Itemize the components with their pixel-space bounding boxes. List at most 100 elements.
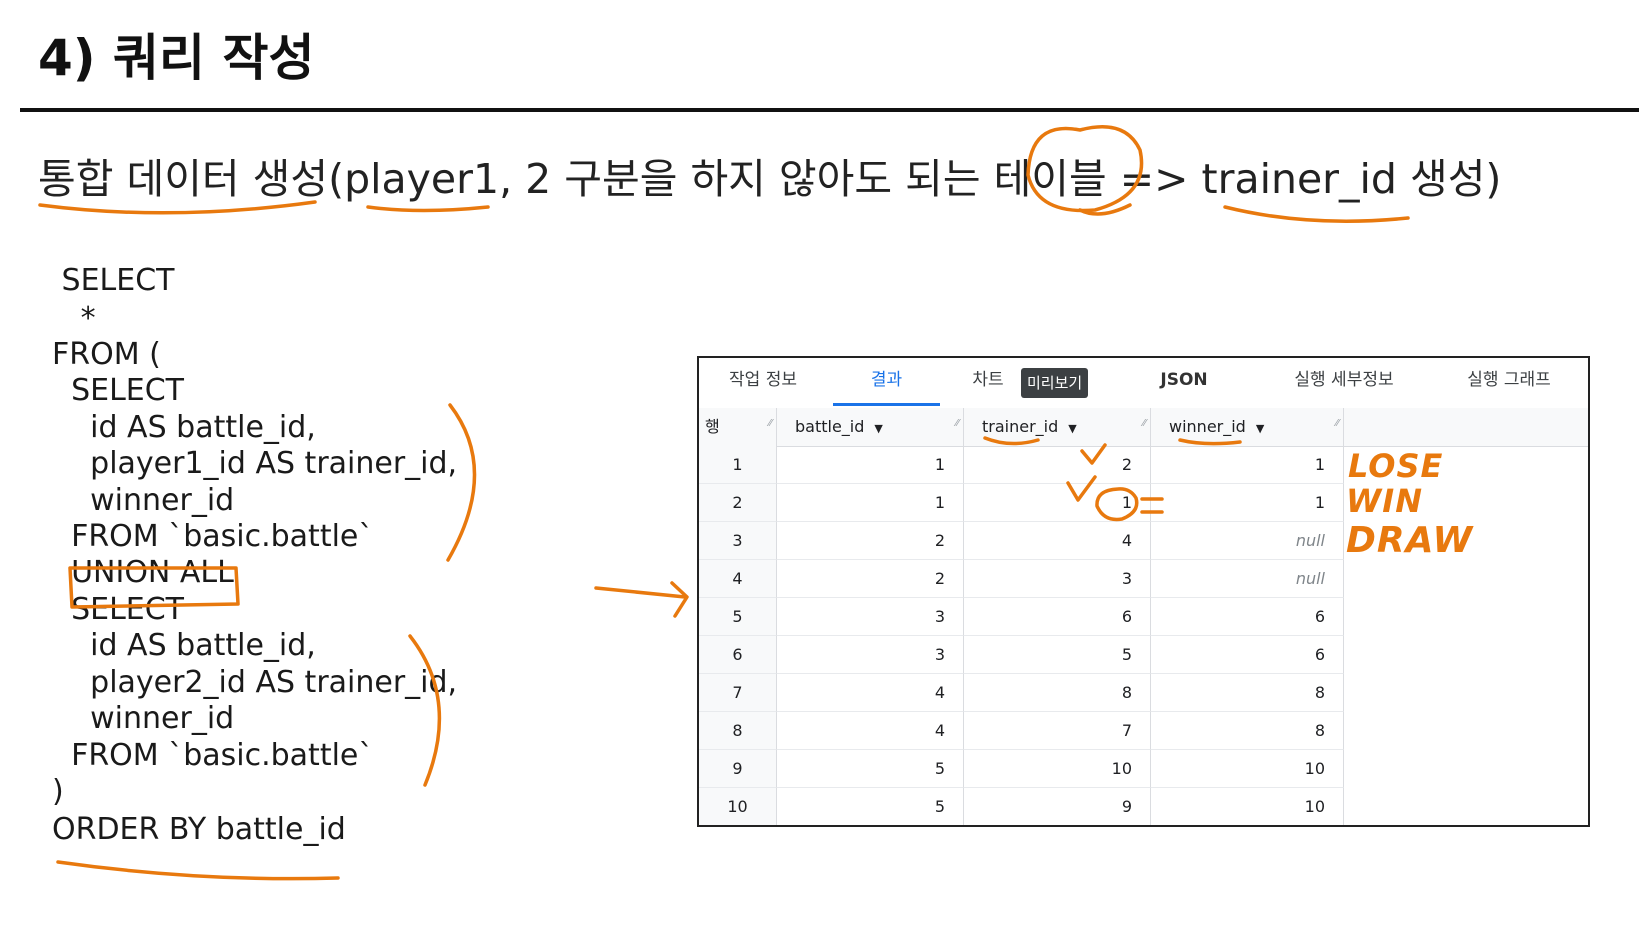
tab-job-info[interactable]: 작업 정보 xyxy=(713,358,813,408)
underline-stroke xyxy=(56,860,340,881)
table-cell: 6 xyxy=(964,598,1151,636)
tab-execution-graph[interactable]: 실행 그래프 xyxy=(1454,358,1564,408)
table-cell: 8 xyxy=(964,674,1151,712)
title-divider xyxy=(20,108,1639,112)
sort-caret-icon[interactable]: ▼ xyxy=(1256,422,1264,435)
table-cell: 5 xyxy=(964,636,1151,674)
table-cell: 1 xyxy=(1151,484,1344,522)
sql-line: FROM `basic.battle` xyxy=(52,519,374,554)
sql-line: SELECT xyxy=(52,373,185,408)
sort-caret-icon[interactable]: ▼ xyxy=(874,422,882,435)
underline-stroke xyxy=(1223,205,1410,223)
column-header-label: winner_id xyxy=(1169,417,1246,436)
slide-title: 4) 쿼리 작성 xyxy=(38,29,315,87)
sql-line: player2_id AS trainer_id, xyxy=(52,665,458,700)
table-cell: 10 xyxy=(964,750,1151,788)
table-cell: 2 xyxy=(777,522,964,560)
table-cell: 3 xyxy=(777,636,964,674)
table-row: 7488 xyxy=(699,674,1344,712)
table-cell: 3 xyxy=(777,598,964,636)
row-number: 2 xyxy=(699,484,777,522)
table-cell: 4 xyxy=(964,522,1151,560)
row-number: 4 xyxy=(699,560,777,598)
row-number: 7 xyxy=(699,674,777,712)
tab-results[interactable]: 결과 xyxy=(833,358,940,408)
table-cell: 3 xyxy=(964,560,1151,598)
column-resize-icon[interactable]: ⁄⁄ xyxy=(956,405,959,443)
table-cell: 4 xyxy=(777,674,964,712)
column-resize-icon[interactable]: ⁄⁄ xyxy=(769,405,772,443)
sql-line: winner_id xyxy=(52,483,235,518)
table-cell: 8 xyxy=(1151,712,1344,750)
row-number: 3 xyxy=(699,522,777,560)
underline-stroke xyxy=(366,205,490,213)
table-cell: 6 xyxy=(1151,636,1344,674)
arrow-head-stroke xyxy=(670,581,689,618)
tab-execution-details[interactable]: 실행 세부정보 xyxy=(1279,358,1409,408)
table-cell: null xyxy=(1151,522,1344,560)
annotation-draw: DRAW xyxy=(1346,520,1474,561)
sql-line: UNION ALL xyxy=(52,555,234,590)
table-cell: 1 xyxy=(777,484,964,522)
table-row: 9 5 10 10 xyxy=(699,750,1344,788)
annotation-win: WIN xyxy=(1346,482,1423,520)
table-cell: 2 xyxy=(964,446,1151,484)
sql-line: id AS battle_id, xyxy=(52,628,316,663)
sort-caret-icon[interactable]: ▼ xyxy=(1068,422,1076,435)
table-cell: 6 xyxy=(1151,598,1344,636)
table-cell: null xyxy=(1151,560,1344,598)
table-cell: 4 xyxy=(777,712,964,750)
table-row: 5366 xyxy=(699,598,1344,636)
sql-line: winner_id xyxy=(52,701,235,736)
table-cell: 5 xyxy=(777,788,964,825)
table-cell: 9 xyxy=(964,788,1151,825)
column-header[interactable]: battle_id ▼ ⁄⁄ xyxy=(777,408,964,446)
bracket-stroke xyxy=(446,403,477,562)
table-cell: 1 xyxy=(777,446,964,484)
row-number: 9 xyxy=(699,750,777,788)
tab-json[interactable]: JSON xyxy=(1149,358,1219,408)
sql-line: FROM ( xyxy=(52,337,161,372)
active-tab-indicator xyxy=(833,403,940,406)
column-header[interactable]: trainer_id ▼ ⁄⁄ xyxy=(964,408,1151,446)
table-row: 4 2 3 null xyxy=(699,560,1344,598)
column-header-label: battle_id xyxy=(795,417,865,436)
sql-line: FROM `basic.battle` xyxy=(52,738,374,773)
row-number: 6 xyxy=(699,636,777,674)
column-header[interactable]: winner_id ▼ ⁄⁄ xyxy=(1151,408,1344,446)
table-cell: 7 xyxy=(964,712,1151,750)
column-resize-icon[interactable]: ⁄⁄ xyxy=(1336,405,1339,443)
column-header-label: trainer_id xyxy=(982,417,1059,436)
slide-subtitle: 통합 데이터 생성(player1, 2 구분을 하지 않아도 되는 테이블 =… xyxy=(38,155,1502,203)
table-cell: 1 xyxy=(1151,446,1344,484)
arrow-stroke xyxy=(594,586,687,599)
table-cell: 5 xyxy=(777,750,964,788)
grid-header: 행 ⁄⁄ battle_id ▼ ⁄⁄ trainer_id ▼ ⁄⁄ winner_id ▼ ⁄⁄ xyxy=(699,408,1588,447)
table-cell: 2 xyxy=(777,560,964,598)
annotation-lose: LOSE xyxy=(1348,447,1444,485)
bracket-stroke xyxy=(408,634,442,787)
sql-line: SELECT xyxy=(52,592,185,627)
tab-chart[interactable]: 차트 xyxy=(963,358,1013,408)
bigquery-results-panel: 작업 정보 결과 차트 미리보기 JSON 실행 세부정보 실행 그래프 행 ⁄⁄… xyxy=(697,356,1590,827)
sql-line: SELECT xyxy=(52,263,175,298)
table-row: 8478 xyxy=(699,712,1344,750)
table-row: 6356 xyxy=(699,636,1344,674)
sql-line: player1_id AS trainer_id, xyxy=(52,446,458,481)
column-resize-icon[interactable]: ⁄⁄ xyxy=(1143,405,1146,443)
sql-line: id AS battle_id, xyxy=(52,410,316,445)
column-header[interactable]: 행 ⁄⁄ xyxy=(699,408,777,446)
row-number: 8 xyxy=(699,712,777,750)
row-number: 1 xyxy=(699,446,777,484)
table-row: 3 2 4 null xyxy=(699,522,1344,560)
underline-stroke xyxy=(1078,203,1132,216)
sql-line: ORDER BY battle_id xyxy=(52,812,346,847)
column-header-label: 행 xyxy=(705,417,720,436)
table-cell: 1 xyxy=(964,484,1151,522)
table-cell: 10 xyxy=(1151,788,1344,825)
table-cell: 10 xyxy=(1151,750,1344,788)
sql-line: * xyxy=(52,301,96,336)
row-number: 10 xyxy=(699,788,777,825)
table-row: 10 5 9 10 xyxy=(699,788,1344,825)
table-row: 2111 xyxy=(699,484,1344,522)
